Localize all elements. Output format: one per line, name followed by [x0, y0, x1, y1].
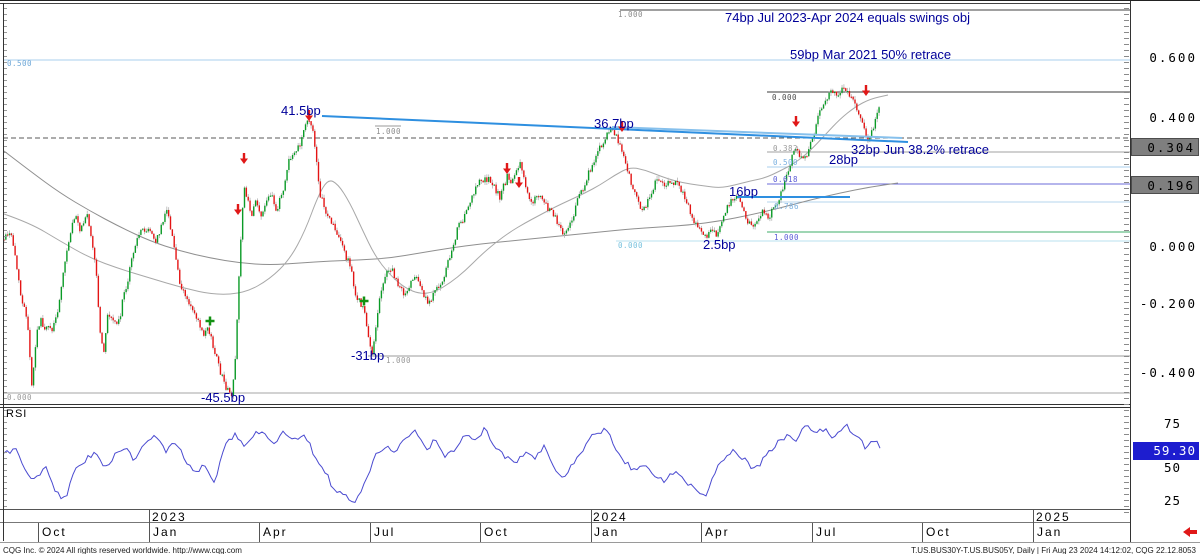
rsi-pane-top-border: [0, 407, 1130, 408]
time-axis[interactable]: OctJanAprJulOctJanAprJulOctJan2023202420…: [0, 509, 1130, 542]
right-price-axis[interactable]: 0.600 0.400 0.304 0.196 0.000 -0.200 -0.400 75 5…: [1130, 1, 1200, 542]
month-label: Jul: [816, 525, 837, 539]
year-label: 2025: [1036, 510, 1071, 524]
year-separator: [591, 509, 592, 523]
plot-left-border: [3, 3, 4, 541]
rsi-value-badge: 59.30: [1133, 442, 1199, 460]
price-chart-pane[interactable]: [0, 1, 1130, 542]
month-separator: [922, 523, 923, 542]
rsi-axis-label: 50: [1131, 459, 1181, 477]
sell-signal-arrow-icon: [240, 153, 248, 164]
price-axis-label: 0.000: [1131, 238, 1197, 256]
price-rsi-separator[interactable]: [0, 404, 1130, 405]
month-label: Jan: [153, 525, 178, 539]
month-label: Jul: [374, 525, 395, 539]
year-separator: [1033, 509, 1034, 523]
sell-signal-arrow-icon: [515, 177, 523, 188]
month-label: Oct: [926, 525, 951, 539]
sell-signal-arrow-icon: [862, 85, 870, 96]
scroll-to-end-arrow-icon[interactable]: [1182, 525, 1198, 539]
rsi-study-label: RSI: [6, 408, 27, 420]
month-label: Jan: [594, 525, 619, 539]
month-separator: [812, 523, 813, 542]
month-separator: [149, 523, 150, 542]
year-separator: [149, 509, 150, 523]
month-label: Apr: [705, 525, 730, 539]
sell-signal-arrow-icon: [503, 163, 511, 174]
month-separator: [38, 523, 39, 542]
sell-signal-arrow-icon: [234, 204, 242, 215]
month-separator: [1033, 523, 1034, 542]
month-label: Apr: [263, 525, 288, 539]
symbol-timestamp-text: T.US.BUS30Y-T.US.BUS05Y, Daily | Fri Aug…: [911, 546, 1196, 554]
candlestick-chart-canvas[interactable]: [0, 1, 1130, 542]
price-axis-label: 0.600: [1131, 49, 1197, 67]
price-axis-label: -0.400: [1131, 364, 1197, 382]
status-bar: CQG Inc. © 2024 All rights reserved worl…: [0, 542, 1200, 554]
month-separator: [591, 523, 592, 542]
right-axis-ticks: [1124, 3, 1129, 513]
price-axis-label: -0.200: [1131, 295, 1197, 313]
copyright-text: CQG Inc. © 2024 All rights reserved worl…: [3, 546, 242, 554]
sell-signal-arrow-icon: [305, 110, 313, 121]
price-axis-label: 0.196: [1131, 176, 1199, 194]
month-label: Jan: [1037, 525, 1062, 539]
month-separator: [480, 523, 481, 542]
month-separator: [370, 523, 371, 542]
month-label: Oct: [484, 525, 509, 539]
price-axis-label: 0.304: [1131, 138, 1199, 156]
cqg-chart-window: RSI 74bp Jul 2023-Apr 2024 equals swings…: [0, 0, 1200, 554]
buy-signal-plus-icon: [206, 317, 215, 326]
rsi-axis-label: 75: [1131, 415, 1181, 433]
year-label: 2023: [152, 510, 187, 524]
rsi-axis-label: 25: [1131, 492, 1181, 510]
month-label: Oct: [42, 525, 67, 539]
month-separator: [259, 523, 260, 542]
sell-signal-arrow-icon: [792, 116, 800, 127]
price-axis-label: 0.400: [1131, 109, 1197, 127]
month-separator: [701, 523, 702, 542]
year-label: 2024: [593, 510, 628, 524]
plot-top-border: [0, 3, 1130, 4]
